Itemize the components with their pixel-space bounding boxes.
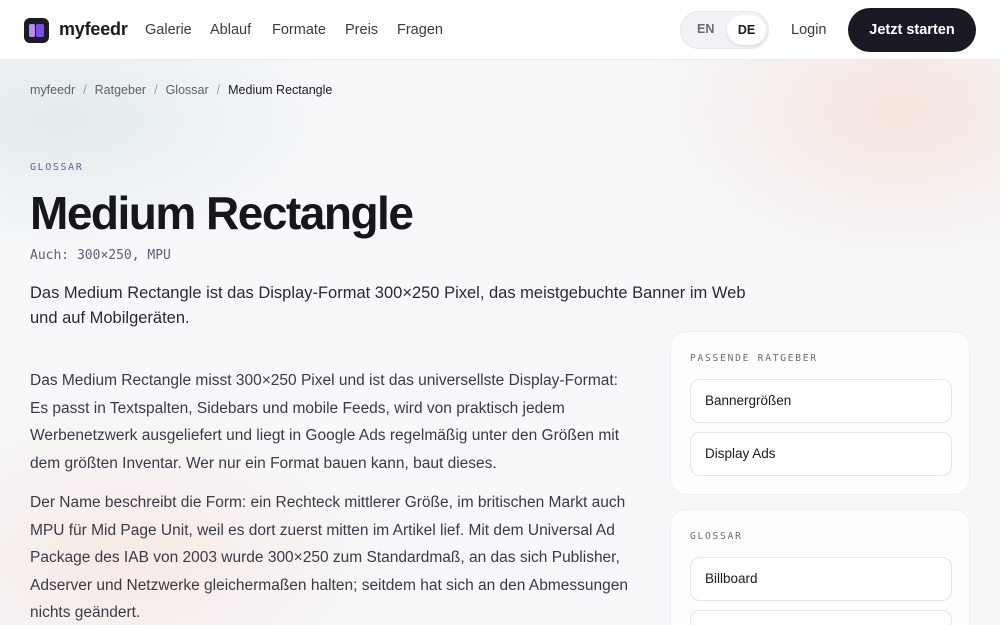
nav-link-ablauf[interactable]: Ablauf	[210, 22, 251, 38]
nav-link-preis[interactable]: Preis	[345, 22, 378, 38]
glossary-link-billboard[interactable]: Billboard	[690, 557, 952, 601]
breadcrumb-home[interactable]: myfeedr	[30, 83, 75, 97]
breadcrumb-current: Medium Rectangle	[228, 83, 333, 97]
nav-link-galerie[interactable]: Galerie	[145, 22, 192, 38]
article-aliases: Auch: 300×250, MPU	[30, 248, 171, 263]
language-en-option[interactable]: EN	[697, 22, 714, 36]
breadcrumb-glossar[interactable]: Glossar	[166, 83, 209, 97]
article-kicker: GLOSSAR	[30, 162, 84, 173]
brand-name[interactable]: myfeedr	[59, 19, 128, 40]
page-title: Medium Rectangle	[30, 187, 414, 239]
glossary-link-item[interactable]	[690, 610, 952, 625]
language-de-option[interactable]: DE	[727, 15, 766, 45]
main-content: myfeedr / Ratgeber / Glossar / Medium Rectangl…	[0, 0, 1000, 625]
top-navigation: myfeedr Galerie Ablauf Formate Preis Fra…	[0, 0, 1000, 60]
related-guides-card: PASSENDE RATGEBER Bannergrößen Display A…	[670, 331, 970, 495]
related-link-bannergroessen[interactable]: Bannergrößen	[690, 379, 952, 423]
article-paragraph: Das Medium Rectangle misst 300×250 Pixel…	[30, 372, 620, 472]
nav-link-fragen[interactable]: Fragen	[397, 22, 443, 38]
breadcrumb-ratgeber[interactable]: Ratgeber	[95, 83, 146, 97]
glossary-card: GLOSSAR Billboard	[670, 509, 970, 625]
glossary-card-title: GLOSSAR	[690, 531, 743, 542]
article-lead: Das Medium Rectangle ist das Display-For…	[30, 284, 746, 327]
login-link[interactable]: Login	[791, 22, 826, 38]
get-started-button[interactable]: Jetzt starten	[848, 8, 976, 52]
breadcrumb-separator: /	[154, 83, 158, 97]
breadcrumb-separator: /	[216, 83, 221, 97]
related-link-display-ads[interactable]: Display Ads	[690, 432, 952, 476]
myfeedr-logo-icon[interactable]	[24, 18, 49, 43]
breadcrumb-separator: /	[83, 83, 87, 97]
related-guides-title: PASSENDE RATGEBER	[690, 353, 818, 364]
nav-link-formate[interactable]: Formate	[272, 22, 326, 38]
language-switcher: EN DE	[680, 11, 769, 49]
breadcrumb: myfeedr / Ratgeber / Glossar / Medium Rectangl…	[30, 83, 332, 97]
article-paragraph: Der Name beschreibt die Form: ein Rechte…	[30, 494, 628, 621]
